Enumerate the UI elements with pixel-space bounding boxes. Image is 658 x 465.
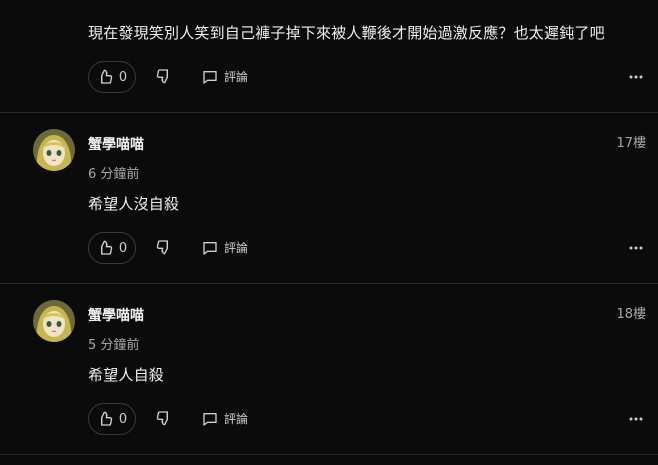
like-count: 0 [118,240,128,256]
avatar[interactable] [33,129,75,171]
reply-button[interactable]: 評論 [202,410,248,427]
like-button[interactable]: 0 [88,232,136,264]
like-count: 0 [118,411,128,427]
divider [0,454,658,455]
comment-item: 蟹學喵喵 6 分鐘前 17樓 希望人沒自殺 0 評論 [0,113,658,283]
author-name[interactable]: 蟹學喵喵 [88,305,144,325]
more-horizontal-icon[interactable] [628,69,644,85]
reply-label: 評論 [224,70,249,84]
thumbs-up-icon [97,240,113,256]
like-button[interactable]: 0 [88,403,136,435]
more-horizontal-icon[interactable] [628,240,644,256]
comment-icon [202,411,218,427]
like-count: 0 [118,69,128,85]
timestamp: 6 分鐘前 [88,167,140,182]
reply-label: 評論 [224,241,249,255]
reply-button[interactable]: 評論 [202,239,248,256]
avatar[interactable] [33,300,75,342]
like-button[interactable]: 0 [88,61,136,93]
thumbs-down-icon[interactable] [156,410,174,428]
comment-icon [202,69,218,85]
comment-text: 希望人自殺 [88,366,165,384]
floor-number: 18樓 [616,307,646,322]
author-name[interactable]: 蟹學喵喵 [88,134,144,154]
comment-text: 現在發現笑別人笑到自己褲子掉下來被人鞭後才開始過激反應？也太遲鈍了吧 [88,24,605,42]
comment-icon [202,240,218,256]
comment-text: 希望人沒自殺 [88,195,180,213]
thumbs-down-icon[interactable] [156,239,174,257]
thumbs-up-icon [97,411,113,427]
comment-item: 蟹學喵喵 5 分鐘前 18樓 希望人自殺 0 評論 [0,284,658,454]
more-horizontal-icon[interactable] [628,411,644,427]
comment-top: 現在發現笑別人笑到自己褲子掉下來被人鞭後才開始過激反應？也太遲鈍了吧 0 評論 [0,0,658,112]
reply-button[interactable]: 評論 [202,68,248,85]
thumbs-down-icon[interactable] [156,68,174,86]
timestamp: 5 分鐘前 [88,338,140,353]
reply-label: 評論 [224,412,249,426]
thumbs-up-icon [97,69,113,85]
floor-number: 17樓 [616,136,646,151]
